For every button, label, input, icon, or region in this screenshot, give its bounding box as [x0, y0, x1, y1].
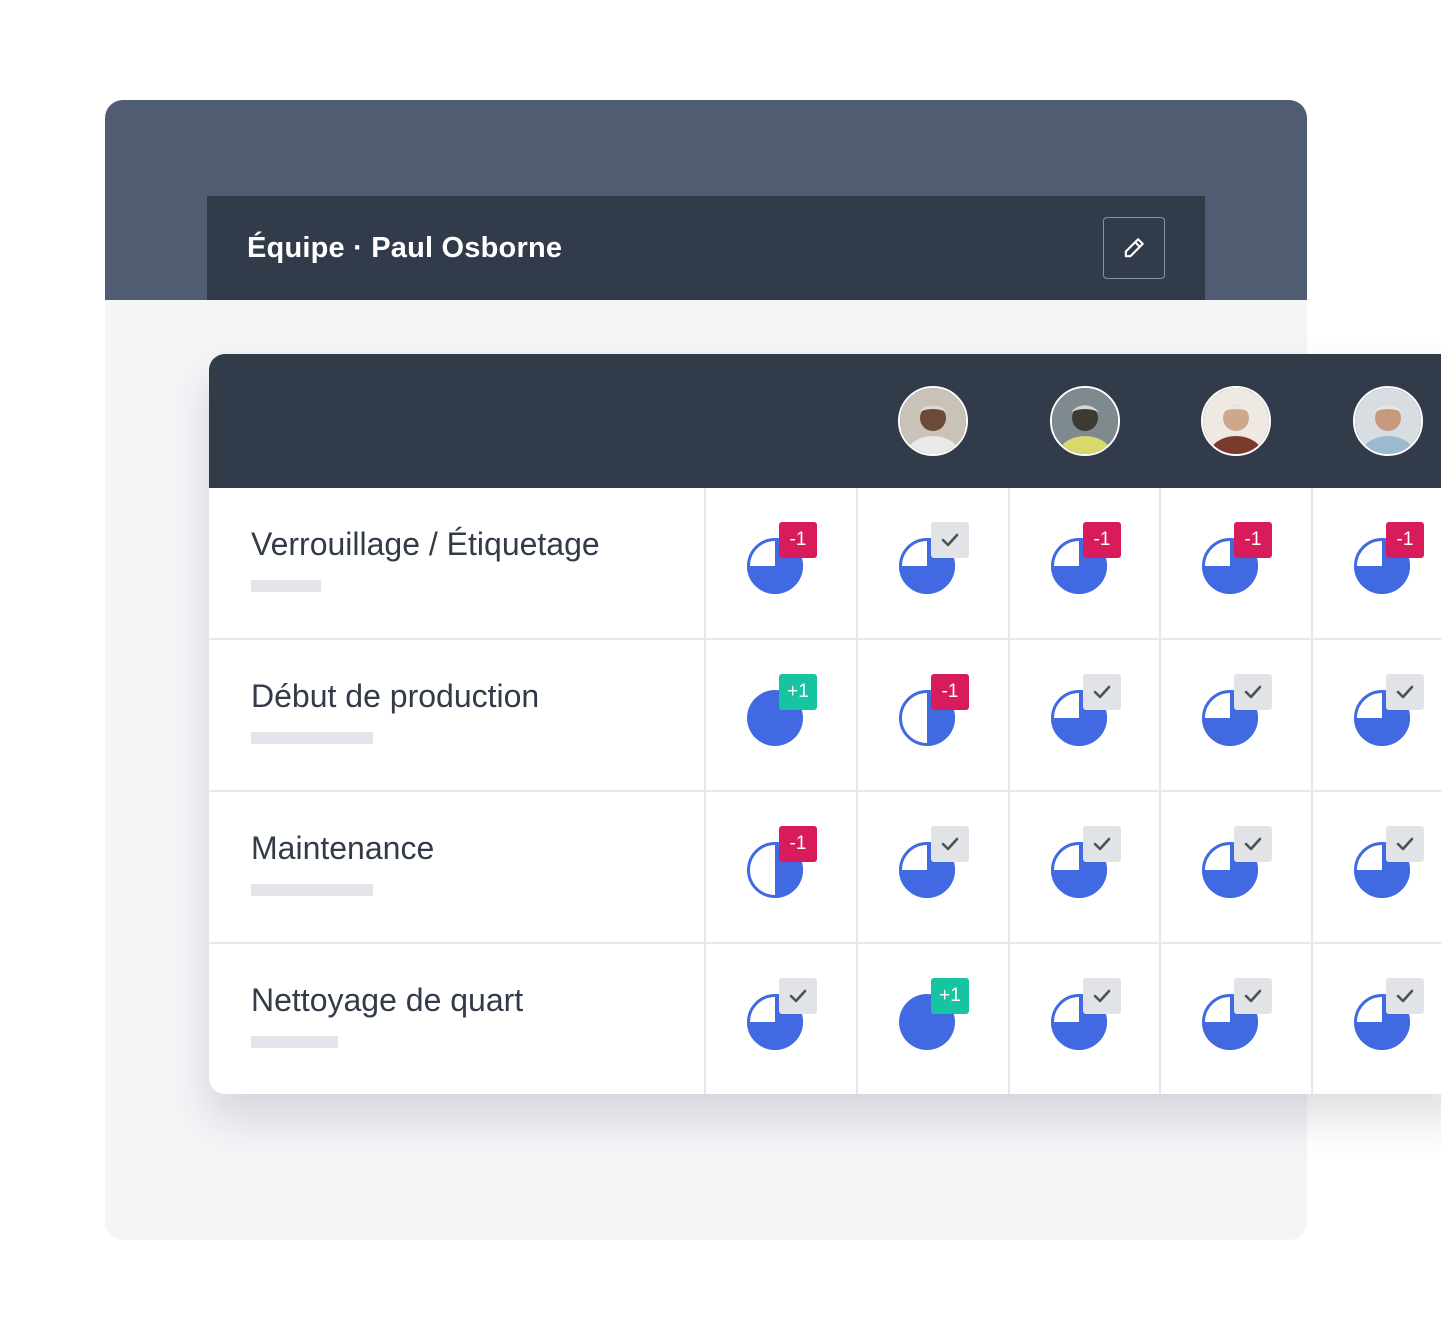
team-title: Équipe · Paul Osborne	[247, 231, 563, 264]
check-badge-icon	[931, 522, 969, 558]
avatar[interactable]	[1050, 386, 1120, 456]
skill-label: Maintenance	[251, 830, 435, 866]
check-badge-icon	[1386, 826, 1424, 862]
column-divider	[704, 488, 706, 1094]
gap-positive-badge: +1	[779, 674, 817, 710]
skill-progress-placeholder	[251, 884, 373, 896]
skill-cell[interactable]: -1	[745, 522, 819, 596]
column-divider	[1008, 488, 1010, 1094]
skill-label: Verrouillage / Étiquetage	[251, 526, 600, 562]
skill-cell[interactable]	[1049, 674, 1123, 748]
skill-cell[interactable]	[745, 978, 819, 1052]
skill-progress-placeholder	[251, 580, 321, 592]
skills-matrix: Verrouillage / Étiquetage Début de produc…	[209, 354, 1441, 1094]
skill-cell[interactable]	[1352, 826, 1426, 900]
check-badge-icon	[1083, 674, 1121, 710]
skill-cell[interactable]	[1352, 978, 1426, 1052]
edit-button[interactable]	[1103, 217, 1165, 279]
gap-positive-badge: +1	[931, 978, 969, 1014]
column-divider	[856, 488, 858, 1094]
skill-cell[interactable]	[897, 826, 971, 900]
skill-cell[interactable]	[1200, 674, 1274, 748]
skill-cell[interactable]: -1	[745, 826, 819, 900]
skill-cell[interactable]	[1352, 674, 1426, 748]
skill-cell[interactable]	[1200, 978, 1274, 1052]
avatar[interactable]	[1353, 386, 1423, 456]
skill-cell[interactable]: -1	[1200, 522, 1274, 596]
skill-progress-placeholder	[251, 732, 373, 744]
skill-cell[interactable]	[1049, 826, 1123, 900]
skill-cell[interactable]: +1	[745, 674, 819, 748]
check-badge-icon	[1386, 674, 1424, 710]
check-badge-icon	[779, 978, 817, 1014]
check-badge-icon	[1234, 826, 1272, 862]
skill-cell[interactable]: -1	[1049, 522, 1123, 596]
check-badge-icon	[1083, 826, 1121, 862]
check-badge-icon	[931, 826, 969, 862]
skill-cell[interactable]: -1	[1352, 522, 1426, 596]
check-badge-icon	[1386, 978, 1424, 1014]
skill-cell[interactable]	[897, 522, 971, 596]
column-divider	[1311, 488, 1313, 1094]
check-badge-icon	[1234, 674, 1272, 710]
avatar[interactable]	[1201, 386, 1271, 456]
skill-cell[interactable]	[1049, 978, 1123, 1052]
avatar[interactable]	[898, 386, 968, 456]
check-badge-icon	[1234, 978, 1272, 1014]
skill-label: Début de production	[251, 678, 540, 714]
skill-progress-placeholder	[251, 1036, 338, 1048]
pencil-icon	[1124, 238, 1144, 258]
team-title-bar: Équipe · Paul Osborne	[207, 196, 1205, 300]
gap-negative-badge: -1	[1386, 522, 1424, 558]
column-divider	[1159, 488, 1161, 1094]
skill-label: Nettoyage de quart	[251, 982, 524, 1018]
gap-negative-badge: -1	[779, 522, 817, 558]
gap-negative-badge: -1	[931, 674, 969, 710]
skill-cell[interactable]	[1200, 826, 1274, 900]
gap-negative-badge: -1	[779, 826, 817, 862]
gap-negative-badge: -1	[1083, 522, 1121, 558]
skill-cell[interactable]: -1	[897, 674, 971, 748]
skill-cell[interactable]: +1	[897, 978, 971, 1052]
check-badge-icon	[1083, 978, 1121, 1014]
gap-negative-badge: -1	[1234, 522, 1272, 558]
